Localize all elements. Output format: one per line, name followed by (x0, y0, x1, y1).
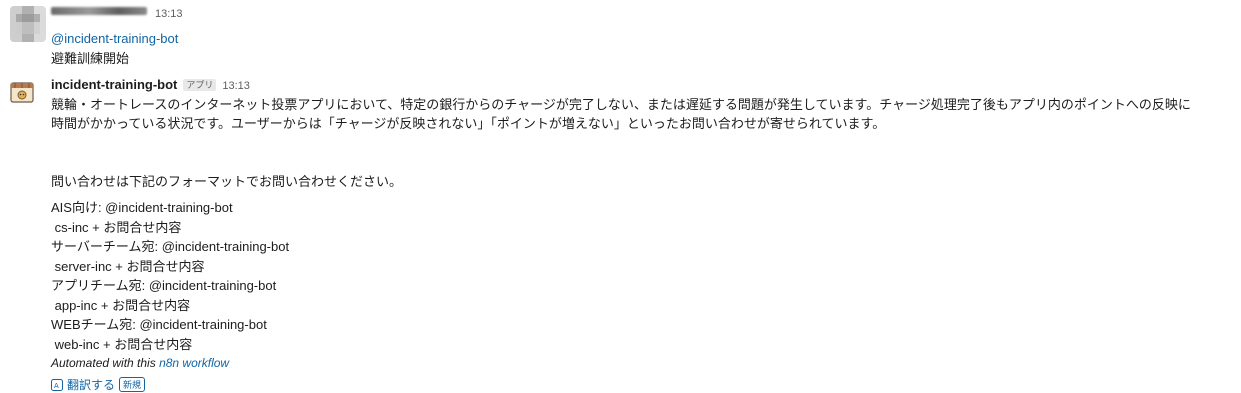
format-line: WEBチーム宛: @incident-training-bot (51, 317, 267, 332)
format-line: app-inc + お問合せ内容 (51, 297, 191, 313)
translate-label[interactable]: 翻訳する (67, 376, 115, 393)
format-line: cs-inc + お問合せ内容 (51, 219, 182, 235)
automated-note: Automated with this n8n workflow (51, 354, 289, 372)
format-intro: 問い合わせは下記のフォーマットでお問い合わせください。 (51, 174, 403, 189)
translate-icon: A (51, 378, 63, 391)
incident-description: 競輪・オートレースのインターネット投票アプリにおいて、特定の銀行からのチャージが… (51, 95, 1241, 133)
svg-text:A: A (54, 382, 59, 390)
n8n-workflow-link[interactable]: n8n workflow (159, 356, 229, 370)
app-badge: アプリ (183, 79, 217, 91)
bot-message-timestamp[interactable]: 13:13 (222, 80, 250, 92)
format-line: AIS向け: @incident-training-bot (51, 200, 233, 215)
bot-name[interactable]: incident-training-bot (51, 77, 177, 92)
bot-message-header: incident-training-bot アプリ 13:13 (51, 77, 1241, 95)
message-timestamp[interactable]: 13:13 (155, 8, 183, 20)
message-header: 13:13 (51, 7, 183, 26)
format-line: アプリチーム宛: @incident-training-bot (51, 278, 277, 293)
format-line: サーバーチーム宛: @incident-training-bot (51, 239, 290, 254)
new-badge: 新規 (119, 377, 146, 392)
message-text: 避難訓練開始 (51, 50, 130, 66)
format-line: server-inc + お問合せ内容 (51, 258, 205, 274)
automated-prefix: Automated with this (51, 356, 160, 370)
incident-description-line1: 競輪・オートレースのインターネット投票アプリにおいて、特定の銀行からのチャージが… (51, 97, 1191, 112)
username-redacted[interactable] (51, 7, 147, 15)
mention-link[interactable]: @incident-training-bot (51, 29, 183, 49)
user-avatar[interactable] (10, 6, 46, 42)
bot-avatar-icon[interactable] (10, 80, 34, 104)
format-line: web-inc + お問合せ内容 (51, 336, 193, 352)
incident-description-line2: 時間がかかっている状況です。ユーザーからは「チャージが反映されない」「ポイントが… (51, 116, 886, 131)
translate-row[interactable]: A 翻訳する 新規 (51, 376, 146, 393)
format-list: AIS向け: @incident-training-bot cs-inc + お… (51, 198, 289, 372)
